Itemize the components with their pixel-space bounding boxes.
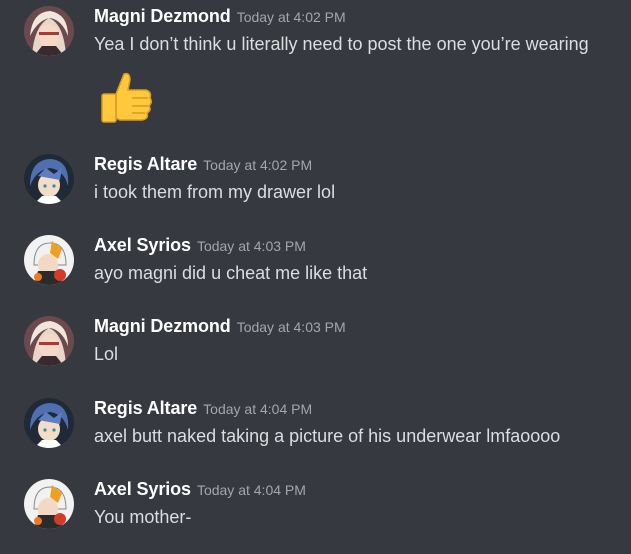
timestamp: Today at 4:04 PM [196,482,306,498]
magni-avatar[interactable] [24,316,74,366]
username[interactable]: Axel Syrios [94,479,191,499]
timestamp: Today at 4:02 PM [236,9,346,25]
chat-messages: Magni Dezmond Today at 4:02 PM Yea I don’… [0,0,631,554]
regis-avatar[interactable] [24,154,74,204]
username[interactable]: Magni Dezmond [94,316,231,336]
username[interactable]: Regis Altare [94,154,197,174]
timestamp: Today at 4:04 PM [203,401,313,417]
message-text: You mother- [94,507,192,527]
regis-avatar[interactable] [24,398,74,448]
timestamp: Today at 4:03 PM [196,238,306,254]
message-header: Regis Altare Today at 4:02 PM [94,154,312,175]
timestamp: Today at 4:02 PM [203,157,313,173]
username[interactable]: Axel Syrios [94,235,191,255]
message-header: Axel Syrios Today at 4:04 PM [94,479,306,500]
message-header: Magni Dezmond Today at 4:03 PM [94,316,346,337]
message-header: Regis Altare Today at 4:04 PM [94,398,312,419]
message-header: Magni Dezmond Today at 4:02 PM [94,6,346,27]
axel-avatar[interactable] [24,479,74,529]
magni-avatar[interactable] [24,6,74,56]
axel-avatar[interactable] [24,235,74,285]
message-text: axel butt naked taking a picture of his … [94,426,561,446]
message-text: i took them from my drawer lol [94,182,336,202]
username[interactable]: Regis Altare [94,398,197,418]
thumbs-up-emoji [96,68,154,126]
timestamp: Today at 4:03 PM [236,319,346,335]
message-text: Yea I don’t think u literally need to po… [94,34,589,54]
message-text: Lol [94,344,119,364]
message-text: ayo magni did u cheat me like that [94,263,368,283]
username[interactable]: Magni Dezmond [94,6,231,26]
message-header: Axel Syrios Today at 4:03 PM [94,235,306,256]
